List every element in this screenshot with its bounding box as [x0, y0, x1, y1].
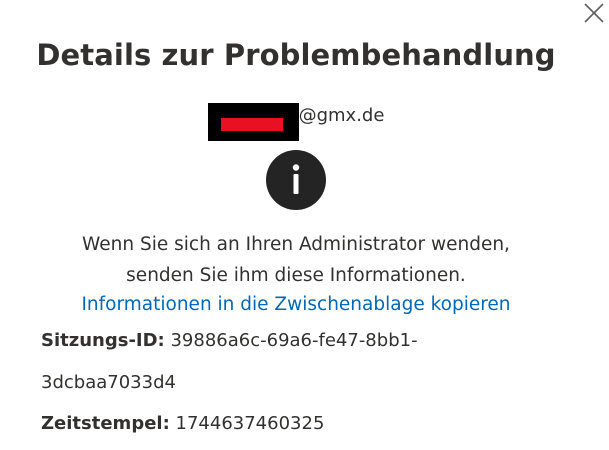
instruction-message: Wenn Sie sich an Ihren Administrator wen… — [0, 229, 592, 291]
timestamp-value: 1744637460325 — [175, 413, 325, 434]
session-id-value-continued: 3dcbaa7033d4 — [41, 372, 176, 393]
session-id-row: Sitzungs-ID: 39886a6c-69a6-fe47-8bb1- — [41, 327, 418, 355]
message-line-1: Wenn Sie sich an Ihren Administrator wen… — [82, 234, 510, 255]
info-icon — [266, 150, 326, 210]
email-domain: @gmx.de — [298, 105, 385, 126]
dialog-title: Details zur Problembehandlung — [36, 38, 556, 72]
troubleshooting-dialog: Details zur Problembehandlung @gmx.de We… — [0, 0, 609, 450]
redaction-bar — [220, 118, 283, 131]
redacted-username — [207, 103, 299, 141]
account-email: @gmx.de — [0, 103, 592, 141]
timestamp-row: Zeitstempel: 1744637460325 — [41, 410, 324, 438]
session-id-continuation: 3dcbaa7033d4 — [41, 369, 176, 397]
message-line-2: senden Sie ihm diese Informationen. — [126, 265, 466, 286]
copy-to-clipboard-link[interactable]: Informationen in die Zwischenablage kopi… — [0, 291, 592, 319]
close-icon[interactable] — [583, 2, 605, 24]
session-id-label: Sitzungs-ID: — [41, 330, 165, 351]
close-button[interactable] — [583, 2, 605, 24]
timestamp-label: Zeitstempel: — [41, 413, 170, 434]
session-id-value: 39886a6c-69a6-fe47-8bb1- — [170, 330, 418, 351]
